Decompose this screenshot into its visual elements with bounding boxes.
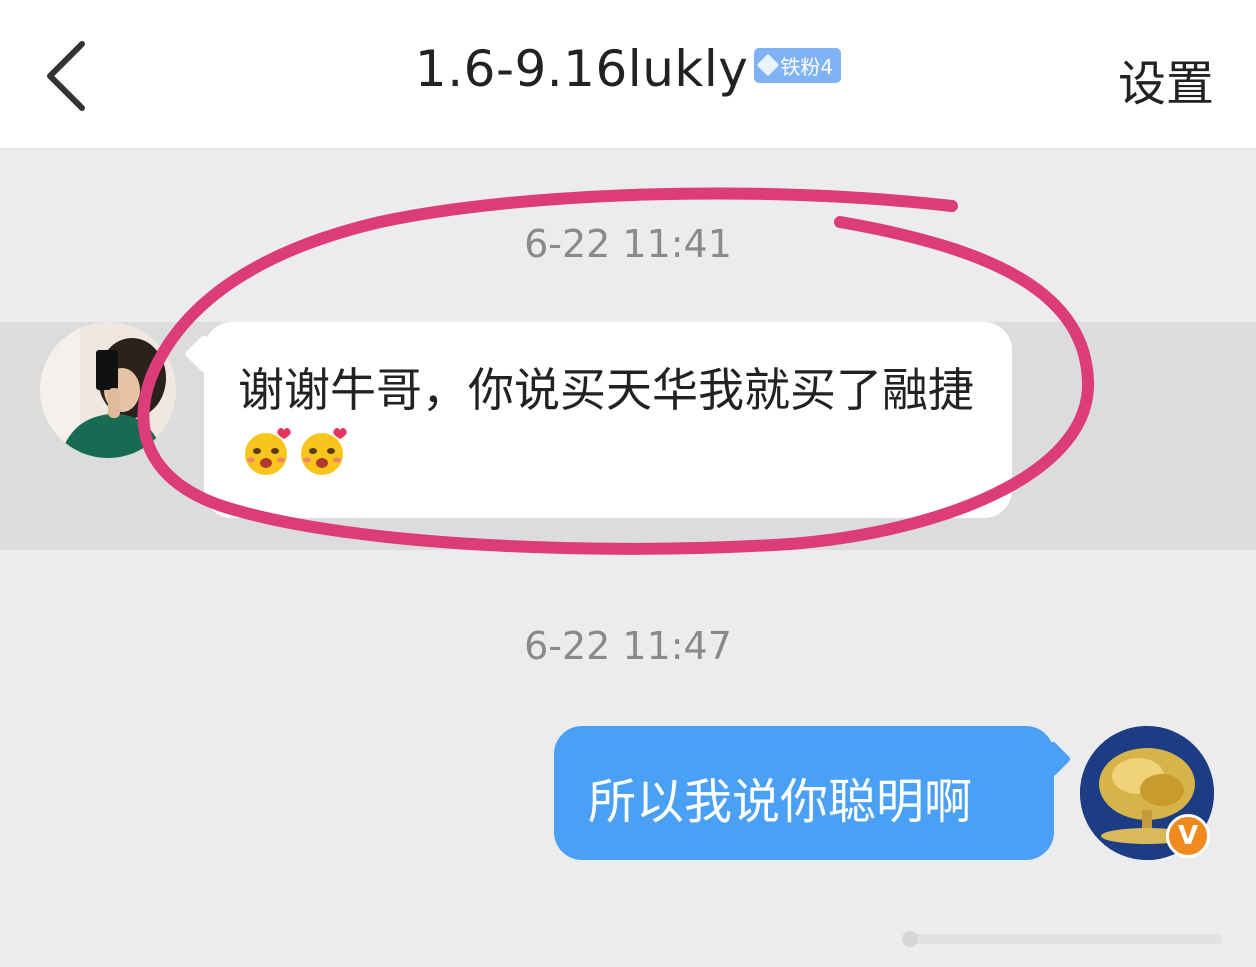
message-timestamp: 6-22 11:41 bbox=[524, 222, 732, 266]
avatar[interactable] bbox=[40, 322, 176, 458]
outgoing-message-bubble[interactable]: 所以我说你聪明啊 bbox=[554, 726, 1054, 860]
verified-badge: V bbox=[1166, 814, 1210, 858]
incoming-message-bubble[interactable]: 谢谢牛哥，你说买天华我就买了融捷 bbox=[204, 322, 1012, 518]
outgoing-message-text: 所以我说你聪明啊 bbox=[588, 774, 973, 830]
incoming-message-content: 谢谢牛哥，你说买天华我就买了融捷 bbox=[238, 363, 974, 417]
diamond-icon bbox=[757, 53, 780, 77]
title-group: 1.6-9.16lukly 铁粉4 bbox=[0, 40, 1256, 98]
message-timestamp: 6-22 11:47 bbox=[524, 624, 732, 668]
blushing-heart-emoji-icon bbox=[245, 428, 291, 475]
chat-header: 1.6-9.16lukly 铁粉4 设置 bbox=[0, 0, 1256, 149]
incoming-message-text: 谢谢牛哥，你说买天华我就买了融捷 bbox=[238, 358, 978, 486]
blushing-heart-emoji-icon bbox=[301, 428, 347, 475]
settings-button[interactable]: 设置 bbox=[1118, 44, 1214, 114]
fan-badge: 铁粉4 bbox=[754, 47, 842, 83]
fan-badge-label: 铁粉4 bbox=[780, 54, 834, 79]
watermark bbox=[898, 922, 1238, 956]
chat-title: 1.6-9.16lukly bbox=[414, 40, 749, 98]
